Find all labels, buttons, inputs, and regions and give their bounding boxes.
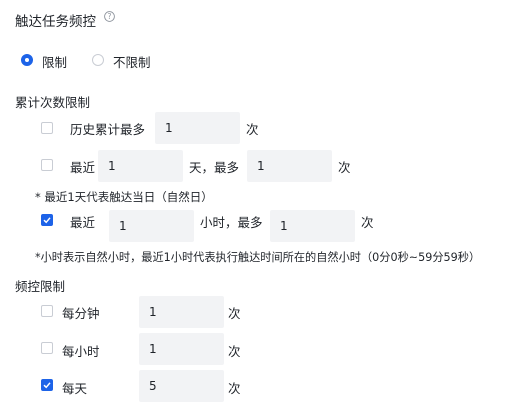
- per-day-input[interactable]: 5: [139, 370, 224, 402]
- recent-hours-checkbox[interactable]: [41, 214, 53, 226]
- svg-text:?: ?: [108, 12, 112, 21]
- per-minute-unit: 次: [228, 306, 241, 321]
- per-minute-input[interactable]: 1: [139, 296, 224, 328]
- recent-hours-count-unit: 次: [361, 215, 374, 230]
- help-icon[interactable]: ?: [104, 11, 115, 22]
- radio-no-limit[interactable]: [92, 54, 104, 66]
- history-label: 历史累计最多: [70, 122, 146, 137]
- days-note: * 最近1天代表触达当日（自然日）: [35, 190, 213, 204]
- frequency-section-label: 频控限制: [15, 279, 66, 294]
- history-unit: 次: [246, 122, 259, 137]
- recent-hours-input[interactable]: 1: [109, 210, 194, 242]
- per-hour-checkbox[interactable]: [41, 342, 53, 354]
- cumulative-section-label: 累计次数限制: [15, 95, 91, 110]
- hours-note: *小时表示自然小时，最近1小时代表执行触达时间所在的自然小时（0分0秒~59分5…: [35, 251, 481, 264]
- per-day-label: 每天: [62, 381, 88, 396]
- per-hour-unit: 次: [228, 344, 241, 359]
- recent-days-label: 最近: [70, 160, 96, 175]
- page-title: 触达任务频控: [15, 14, 96, 30]
- recent-hours-unit: 小时，最多: [200, 215, 263, 230]
- recent-days-unit: 天，最多: [189, 160, 240, 175]
- recent-hours-label: 最近: [70, 215, 96, 230]
- per-hour-input[interactable]: 1: [139, 333, 224, 365]
- history-count-input[interactable]: 1: [155, 112, 240, 144]
- check-icon: [43, 217, 51, 224]
- per-minute-checkbox[interactable]: [41, 305, 53, 317]
- radio-limit-label[interactable]: 限制: [42, 52, 67, 71]
- per-minute-label: 每分钟: [62, 306, 100, 321]
- recent-days-input[interactable]: 1: [98, 150, 183, 182]
- recent-days-checkbox[interactable]: [41, 159, 53, 171]
- per-day-checkbox[interactable]: [41, 379, 53, 391]
- recent-days-count-unit: 次: [338, 160, 351, 175]
- radio-no-limit-label[interactable]: 不限制: [113, 52, 151, 71]
- per-hour-label: 每小时: [62, 344, 100, 359]
- recent-hours-count-input[interactable]: 1: [270, 210, 355, 242]
- recent-days-count-input[interactable]: 1: [247, 150, 332, 182]
- per-day-unit: 次: [228, 381, 241, 396]
- history-checkbox[interactable]: [41, 122, 53, 134]
- check-icon: [43, 382, 51, 389]
- radio-limit[interactable]: [21, 54, 33, 66]
